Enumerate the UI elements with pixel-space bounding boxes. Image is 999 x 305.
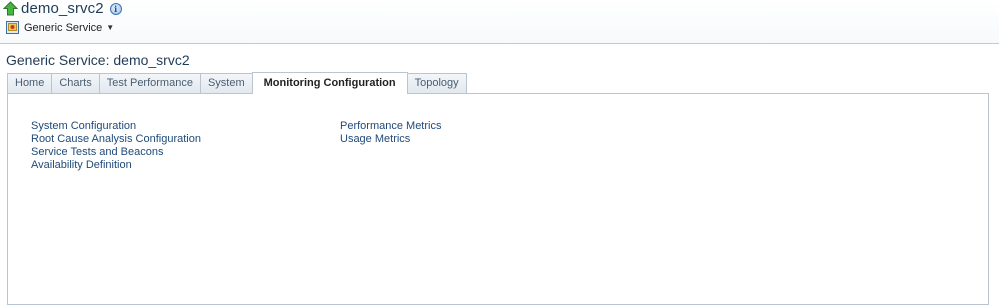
tab-bar: Home Charts Test Performance System Moni…: [7, 72, 467, 94]
configuration-links-column-2: Performance Metrics Usage Metrics: [340, 120, 441, 146]
target-header: demo_srvc2 i Generic Service ▼: [0, 0, 999, 44]
link-system-configuration[interactable]: System Configuration: [31, 120, 201, 133]
tab-charts[interactable]: Charts: [51, 73, 100, 93]
tab-topology[interactable]: Topology: [406, 73, 467, 93]
target-up-arrow-icon: [2, 1, 19, 16]
page-title: Generic Service: demo_srvc2: [6, 52, 190, 68]
link-performance-metrics[interactable]: Performance Metrics: [340, 120, 441, 133]
tab-monitoring-configuration[interactable]: Monitoring Configuration: [251, 72, 408, 94]
generic-service-icon: [6, 21, 19, 34]
tab-system[interactable]: System: [199, 73, 253, 93]
tab-test-performance[interactable]: Test Performance: [98, 73, 201, 93]
info-icon[interactable]: i: [109, 2, 122, 15]
target-title-row: demo_srvc2 i: [2, 0, 122, 17]
configuration-links-column-1: System Configuration Root Cause Analysis…: [31, 120, 201, 172]
link-availability-definition[interactable]: Availability Definition: [31, 159, 201, 172]
link-usage-metrics[interactable]: Usage Metrics: [340, 133, 441, 146]
link-root-cause-analysis-configuration[interactable]: Root Cause Analysis Configuration: [31, 133, 201, 146]
link-service-tests-and-beacons[interactable]: Service Tests and Beacons: [31, 146, 201, 159]
target-name: demo_srvc2: [21, 0, 104, 17]
tab-home[interactable]: Home: [7, 73, 53, 93]
dropdown-caret-icon: ▼: [106, 23, 115, 32]
generic-service-menu[interactable]: Generic Service ▼: [6, 20, 114, 35]
generic-service-menu-label: Generic Service: [24, 21, 103, 34]
